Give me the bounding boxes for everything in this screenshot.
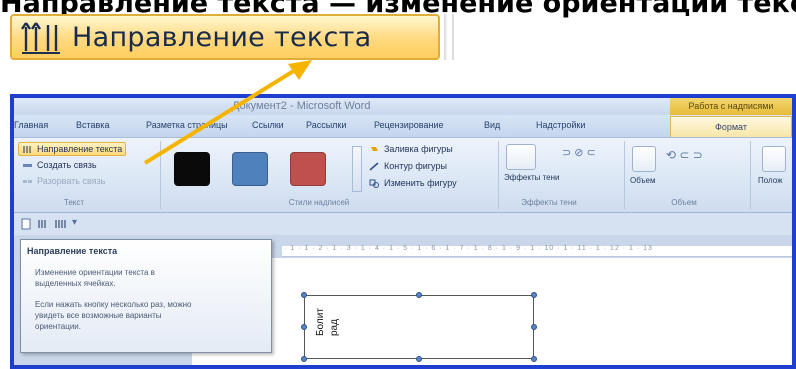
toolbar-separator: [444, 14, 447, 60]
resize-handle[interactable]: [416, 356, 422, 362]
word-window: Документ2 - Microsoft Word Работа с надп…: [10, 94, 796, 369]
text-direction-button[interactable]: Направление текста: [18, 142, 127, 156]
zoomed-button-label: Направление текста: [72, 21, 372, 53]
styles-gallery-scroll[interactable]: [352, 146, 362, 192]
title-bar: Документ2 - Microsoft Word Работа с надп…: [14, 98, 792, 115]
ruler: · 1 · 1 · 2 · 1 · 3 · 1 · 4 · 1 · 5 · 1 …: [282, 245, 792, 257]
tab-insert[interactable]: Вставка: [76, 120, 109, 130]
resize-handle[interactable]: [416, 292, 422, 298]
text-direction-label: Направление текста: [37, 144, 123, 154]
text-group-label: Текст: [63, 198, 85, 207]
shadow-effects-button[interactable]: [506, 144, 536, 170]
tab-mailings[interactable]: Рассылки: [306, 120, 346, 130]
volume-group-label: Объем: [671, 198, 697, 207]
change-shape-button[interactable]: Изменить фигуру: [369, 178, 457, 188]
text-box-line-1: Болит: [315, 308, 326, 336]
context-tab-label: Работа с надписями: [670, 98, 792, 115]
style-swatch-red[interactable]: [290, 152, 326, 186]
shape-outline-button[interactable]: Контур фигуры: [369, 161, 447, 171]
3d-effects-button[interactable]: [632, 146, 656, 172]
tooltip-line: выделенных ячейках.: [35, 279, 116, 288]
text-direction-icon[interactable]: [54, 217, 66, 229]
zoomed-text-direction-button[interactable]: Направление текста: [10, 14, 440, 60]
tab-home[interactable]: Главная: [14, 120, 48, 130]
style-swatch-black[interactable]: [174, 152, 210, 186]
text-box-line-2: рад: [329, 319, 340, 336]
paint-bucket-icon: [369, 145, 380, 154]
position-button-label: Полож: [758, 176, 783, 185]
group-separator: [160, 141, 161, 209]
style-swatch-blue[interactable]: [232, 152, 268, 186]
resize-handle[interactable]: [301, 356, 307, 362]
resize-handle[interactable]: [531, 356, 537, 362]
tooltip-line: увидеть все возможные варианты: [35, 311, 162, 320]
window-title: Документ2 - Microsoft Word: [232, 100, 371, 112]
resize-handle[interactable]: [531, 292, 537, 298]
break-link-button[interactable]: Разорвать связь: [22, 176, 105, 186]
break-link-icon: [22, 177, 33, 186]
tooltip-line: Если нажать кнопку несколько раз, можно: [35, 300, 192, 309]
text-direction-icon[interactable]: [36, 217, 48, 229]
resize-handle[interactable]: [301, 324, 307, 330]
tooltip-line: Изменение ориентации текста в: [35, 268, 155, 277]
3d-effects-button-label: Объем: [630, 176, 656, 185]
shadow-nudge-icons[interactable]: ⊃ ⊘ ⊂: [562, 146, 596, 159]
shadow-effects-button-label: Эффекты тени: [504, 173, 560, 182]
text-box[interactable]: Болит рад: [304, 295, 534, 359]
position-button[interactable]: [762, 146, 786, 172]
tab-page-layout[interactable]: Разметка страницы: [146, 120, 228, 130]
quick-access-toolbar: ▾: [14, 213, 792, 236]
tab-review[interactable]: Рецензирование: [374, 120, 444, 130]
create-link-label: Создать связь: [37, 160, 97, 170]
tooltip-title: Направление текста: [27, 246, 118, 256]
tab-view[interactable]: Вид: [484, 120, 500, 130]
resize-handle[interactable]: [301, 292, 307, 298]
ruler-ticks: · 1 · 1 · 2 · 1 · 3 · 1 · 4 · 1 · 5 · 1 …: [284, 245, 653, 252]
new-document-icon[interactable]: [20, 217, 32, 230]
tooltip-line: ориентации.: [35, 322, 81, 331]
change-shape-label: Изменить фигуру: [384, 178, 457, 188]
shadow-group-label: Эффекты тени: [521, 198, 577, 207]
ribbon: Направление текста Создать связь Разорва…: [14, 138, 792, 213]
ribbon-tabs: Главная Вставка Разметка страницы Ссылки…: [14, 115, 792, 138]
text-direction-icon: [22, 145, 33, 154]
link-icon: [22, 161, 33, 170]
create-link-button[interactable]: Создать связь: [22, 160, 97, 170]
shape-fill-label: Заливка фигуры: [384, 144, 453, 154]
group-separator: [624, 141, 625, 209]
text-direction-icon: [18, 17, 66, 57]
toolbar-separator: [452, 14, 454, 60]
group-separator: [750, 141, 751, 209]
3d-tilt-icons[interactable]: ⟲ ⊂ ⊃: [666, 148, 703, 162]
shape-fill-button[interactable]: Заливка фигуры: [369, 144, 453, 154]
group-separator: [498, 141, 499, 209]
tab-addins[interactable]: Надстройки: [536, 120, 585, 130]
tab-format[interactable]: Формат: [670, 116, 792, 137]
break-link-label: Разорвать связь: [37, 176, 106, 186]
tab-references[interactable]: Ссылки: [252, 120, 284, 130]
pen-icon: [369, 161, 380, 171]
tooltip: Направление текста Изменение ориентации …: [20, 239, 272, 353]
customize-toolbar-dropdown-icon[interactable]: ▾: [72, 217, 84, 229]
shape-outline-label: Контур фигуры: [384, 161, 447, 171]
shapes-icon: [369, 179, 380, 188]
resize-handle[interactable]: [531, 324, 537, 330]
styles-group-label: Стили надписей: [288, 198, 350, 207]
